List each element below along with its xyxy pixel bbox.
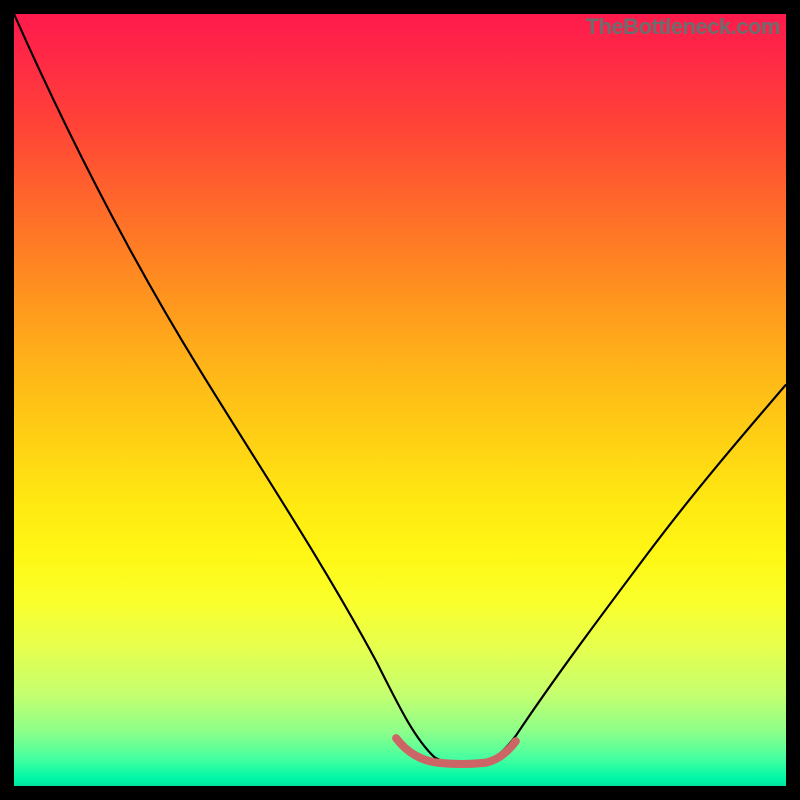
- watermark-text: TheBottleneck.com: [586, 14, 780, 40]
- trough-highlight: [396, 738, 516, 764]
- main-curve: [14, 14, 786, 764]
- chart-frame: TheBottleneck.com: [0, 0, 800, 800]
- curve-layer: [14, 14, 786, 786]
- plot-area: TheBottleneck.com: [14, 14, 786, 786]
